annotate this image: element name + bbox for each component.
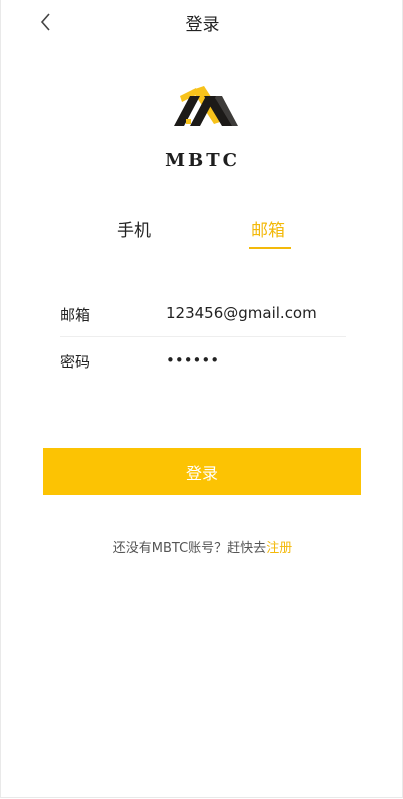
page-title: 登录 — [185, 15, 220, 35]
login-button[interactable]: 登录 — [43, 448, 361, 495]
register-link[interactable]: 注册 — [266, 541, 292, 556]
email-field[interactable] — [166, 304, 346, 322]
email-label: 邮箱 — [60, 306, 91, 324]
form-divider — [60, 336, 346, 337]
mbtc-logo-icon — [170, 86, 238, 138]
tab-phone[interactable]: 手机 — [117, 216, 151, 241]
password-label: 密码 — [60, 353, 91, 371]
tab-email[interactable]: 邮箱 — [251, 216, 285, 241]
register-prompt: 还没有MBTC账号？赶快去注册 — [1, 537, 403, 556]
brand-name: MBTC — [165, 150, 240, 171]
active-tab-indicator — [249, 247, 291, 249]
password-field[interactable]: •••••• — [166, 351, 219, 369]
page-frame: 登录 MBTC 手机 邮箱 邮箱 密码 •••••• 登录 还没有MBTC账号？… — [0, 0, 403, 798]
register-prompt-text: 还没有MBTC账号？赶快去 — [112, 541, 267, 556]
